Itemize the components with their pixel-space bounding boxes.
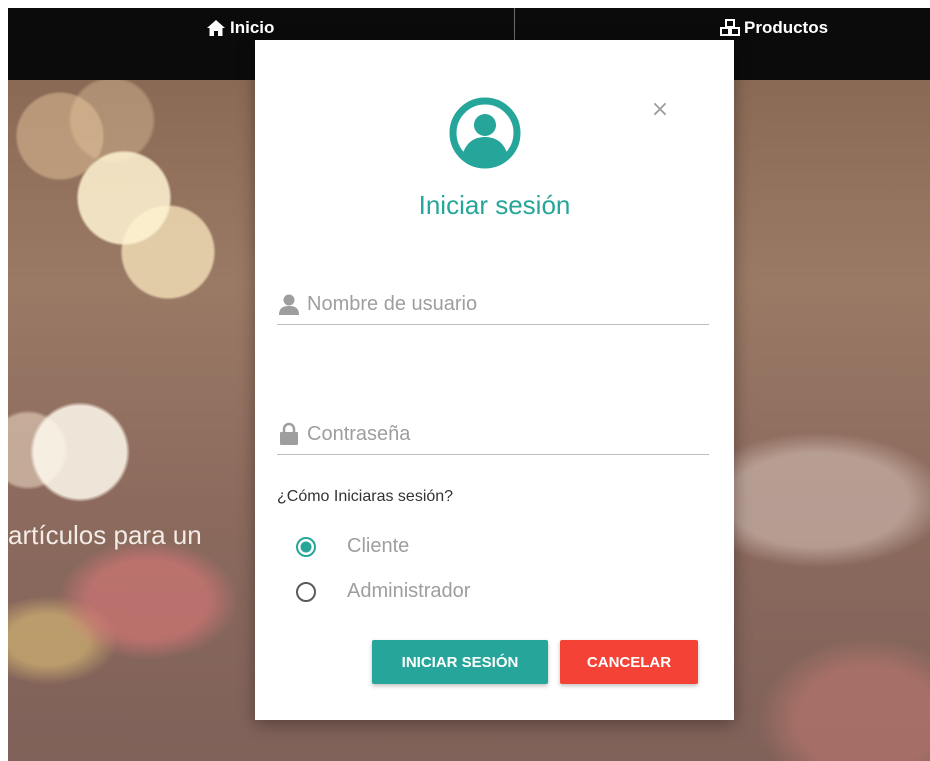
radio-unchecked-icon[interactable] [295, 581, 317, 603]
hero-text: artículos para un [8, 520, 202, 550]
cubes-icon [720, 19, 740, 36]
password-input[interactable] [307, 422, 709, 446]
radio-label-cliente: Cliente [347, 535, 410, 557]
password-field [277, 414, 709, 455]
nav-products-label: Productos [744, 18, 829, 37]
nav-home-label: Inicio [230, 18, 275, 37]
radio-checked-icon[interactable] [295, 536, 317, 558]
user-circle-icon [449, 97, 521, 169]
radio-label-administrador: Administrador [347, 580, 471, 602]
radio-option-administrador[interactable]: Administrador [295, 580, 470, 603]
cancel-button[interactable]: CANCELAR [560, 640, 698, 684]
close-button[interactable]: × [650, 99, 670, 121]
username-field [277, 284, 709, 325]
lock-icon [280, 422, 298, 445]
login-modal: × Iniciar sesión ¿Cómo Iniciaras sesión?… [255, 40, 734, 720]
home-icon [207, 20, 225, 36]
nav-item-products[interactable]: Productos [720, 16, 828, 40]
user-icon [279, 294, 299, 315]
nav-item-home[interactable]: Inicio [206, 16, 274, 40]
radio-option-cliente[interactable]: Cliente [295, 535, 409, 558]
login-button[interactable]: INICIAR SESIÓN [372, 640, 548, 684]
login-type-question: ¿Cómo Iniciaras sesión? [277, 488, 454, 505]
username-input[interactable] [307, 292, 709, 316]
modal-title: Iniciar sesión [418, 190, 571, 220]
